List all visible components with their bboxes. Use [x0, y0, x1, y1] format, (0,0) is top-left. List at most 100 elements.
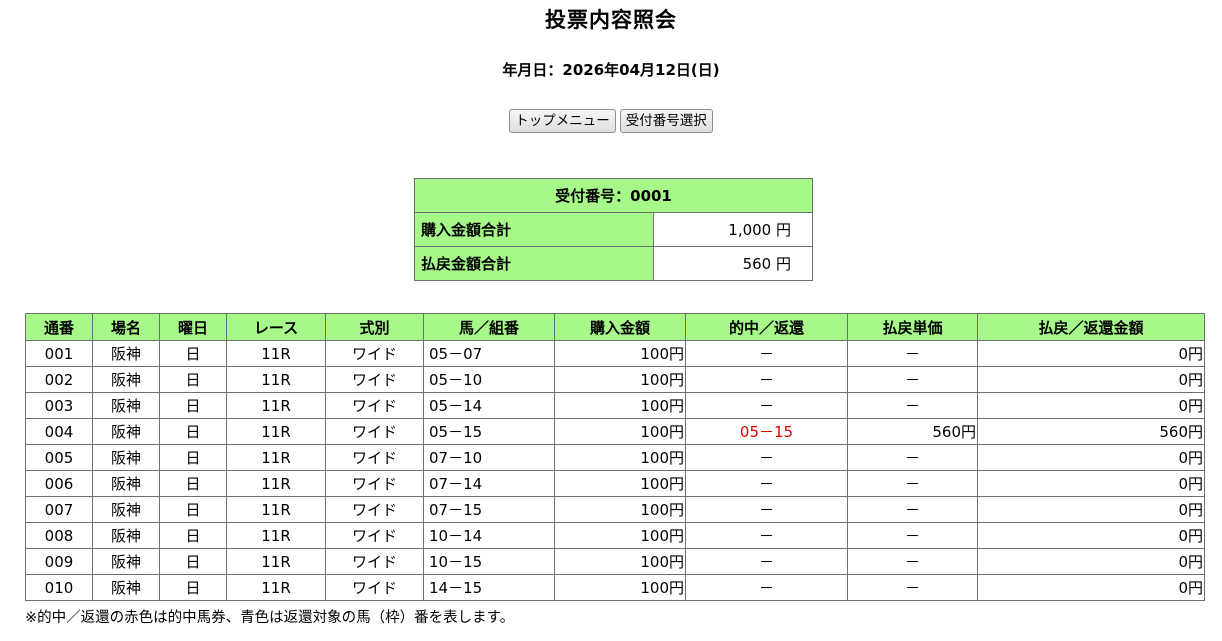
column-header: 式別 — [325, 313, 424, 341]
bet-type-cell: ワイド — [325, 392, 424, 419]
day-cell: 日 — [159, 574, 227, 601]
purchase-amount-cell: 100円 — [554, 470, 686, 497]
summary-table: 受付番号：0001 購入金額合計 1,000 円 払戻金額合計 560 円 — [414, 178, 813, 281]
venue-cell: 阪神 — [92, 418, 160, 445]
race-cell: 11R — [226, 496, 326, 523]
day-cell: 日 — [159, 496, 227, 523]
row-number: 009 — [25, 548, 93, 575]
bet-type-cell: ワイド — [325, 496, 424, 523]
day-cell: 日 — [159, 470, 227, 497]
day-cell: 日 — [159, 548, 227, 575]
day-cell: 日 — [159, 444, 227, 471]
combination-cell: 05－10 — [423, 366, 555, 393]
payout-unit-cell: － — [847, 366, 978, 393]
venue-cell: 阪神 — [92, 366, 160, 393]
bet-type-cell: ワイド — [325, 522, 424, 549]
payout-amount-cell: 0円 — [977, 548, 1205, 575]
row-number: 003 — [25, 392, 93, 419]
bet-type-cell: ワイド — [325, 340, 424, 367]
row-number: 006 — [25, 470, 93, 497]
payout-amount-cell: 0円 — [977, 470, 1205, 497]
table-row: 010 阪神日 11R ワイド 14－15 100円－－ 0円 — [25, 574, 1205, 601]
payout-unit-cell: － — [847, 444, 978, 471]
venue-cell: 阪神 — [92, 574, 160, 601]
receipt-number: 受付番号：0001 — [414, 178, 813, 213]
payout-unit-cell: － — [847, 340, 978, 367]
payout-unit-cell: 560円 — [847, 418, 978, 445]
day-cell: 日 — [159, 418, 227, 445]
table-row: 006 阪神日 11R ワイド 07－14 100円－－ 0円 — [25, 470, 1205, 497]
column-header: レース — [226, 313, 326, 341]
date-display: 年月日：2026年04月12日(日) — [502, 61, 720, 79]
race-cell: 11R — [226, 392, 326, 419]
table-row: 005 阪神日 11R ワイド 07－10 100円－－ 0円 — [25, 444, 1205, 471]
table-row: 003 阪神日 11R ワイド 05－14 100円－－ 0円 — [25, 392, 1205, 419]
bet-type-cell: ワイド — [325, 444, 424, 471]
combination-cell: 07－10 — [423, 444, 555, 471]
race-cell: 11R — [226, 574, 326, 601]
race-cell: 11R — [226, 444, 326, 471]
bet-detail-table: 通番 場名 曜日 レース 式別 馬／組番 購入金額 的中／返還 払戻単価 払戻／… — [25, 313, 1205, 601]
venue-cell: 阪神 — [92, 522, 160, 549]
payout-amount-cell: 0円 — [977, 574, 1205, 601]
payout-unit-cell: － — [847, 392, 978, 419]
payout-amount-cell: 0円 — [977, 392, 1205, 419]
combination-cell: 05－14 — [423, 392, 555, 419]
purchase-amount-cell: 100円 — [554, 418, 686, 445]
day-cell: 日 — [159, 522, 227, 549]
bet-type-cell: ワイド — [325, 548, 424, 575]
select-receipt-button[interactable]: 受付番号選択 — [619, 109, 713, 133]
combination-cell: 10－14 — [423, 522, 555, 549]
hit-refund-cell: － — [685, 522, 848, 549]
column-header: 場名 — [92, 313, 160, 341]
purchase-total-value: 1,000 円 — [653, 212, 813, 247]
venue-cell: 阪神 — [92, 444, 160, 471]
race-cell: 11R — [226, 418, 326, 445]
button-bar: トップメニュー 受付番号選択 — [0, 109, 1222, 133]
combination-cell: 05－07 — [423, 340, 555, 367]
race-cell: 11R — [226, 548, 326, 575]
purchase-amount-cell: 100円 — [554, 392, 686, 419]
purchase-amount-cell: 100円 — [554, 366, 686, 393]
purchase-amount-cell: 100円 — [554, 522, 686, 549]
purchase-amount-cell: 100円 — [554, 574, 686, 601]
column-header: 払戻単価 — [847, 313, 978, 341]
payout-unit-cell: － — [847, 470, 978, 497]
bet-type-cell: ワイド — [325, 418, 424, 445]
day-cell: 日 — [159, 392, 227, 419]
combination-cell: 07－14 — [423, 470, 555, 497]
table-row: 008 阪神日 11R ワイド 10－14 100円－－ 0円 — [25, 522, 1205, 549]
venue-cell: 阪神 — [92, 470, 160, 497]
hit-refund-cell: － — [685, 340, 848, 367]
row-number: 010 — [25, 574, 93, 601]
race-cell: 11R — [226, 366, 326, 393]
purchase-amount-cell: 100円 — [554, 444, 686, 471]
bet-type-cell: ワイド — [325, 574, 424, 601]
table-row: 007 阪神日 11R ワイド 07－15 100円－－ 0円 — [25, 496, 1205, 523]
row-number: 008 — [25, 522, 93, 549]
purchase-amount-cell: 100円 — [554, 340, 686, 367]
row-number: 002 — [25, 366, 93, 393]
table-row: 001 阪神日 11R ワイド 05－07 100円－－ 0円 — [25, 340, 1205, 367]
bet-type-cell: ワイド — [325, 366, 424, 393]
purchase-amount-cell: 100円 — [554, 496, 686, 523]
hit-refund-cell: － — [685, 470, 848, 497]
race-cell: 11R — [226, 340, 326, 367]
payout-unit-cell: － — [847, 496, 978, 523]
combination-cell: 14－15 — [423, 574, 555, 601]
payout-unit-cell: － — [847, 548, 978, 575]
purchase-total-label: 購入金額合計 — [414, 212, 654, 247]
top-menu-button[interactable]: トップメニュー — [509, 109, 616, 133]
column-header: 通番 — [25, 313, 93, 341]
hit-refund-cell: － — [685, 392, 848, 419]
hit-refund-cell: － — [685, 496, 848, 523]
column-header: 曜日 — [159, 313, 227, 341]
race-cell: 11R — [226, 470, 326, 497]
table-row: 009 阪神日 11R ワイド 10－15 100円－－ 0円 — [25, 548, 1205, 575]
column-header: 払戻／返還金額 — [977, 313, 1205, 341]
payout-amount-cell: 0円 — [977, 522, 1205, 549]
combination-cell: 05－15 — [423, 418, 555, 445]
row-number: 007 — [25, 496, 93, 523]
combination-cell: 10－15 — [423, 548, 555, 575]
payout-amount-cell: 0円 — [977, 340, 1205, 367]
